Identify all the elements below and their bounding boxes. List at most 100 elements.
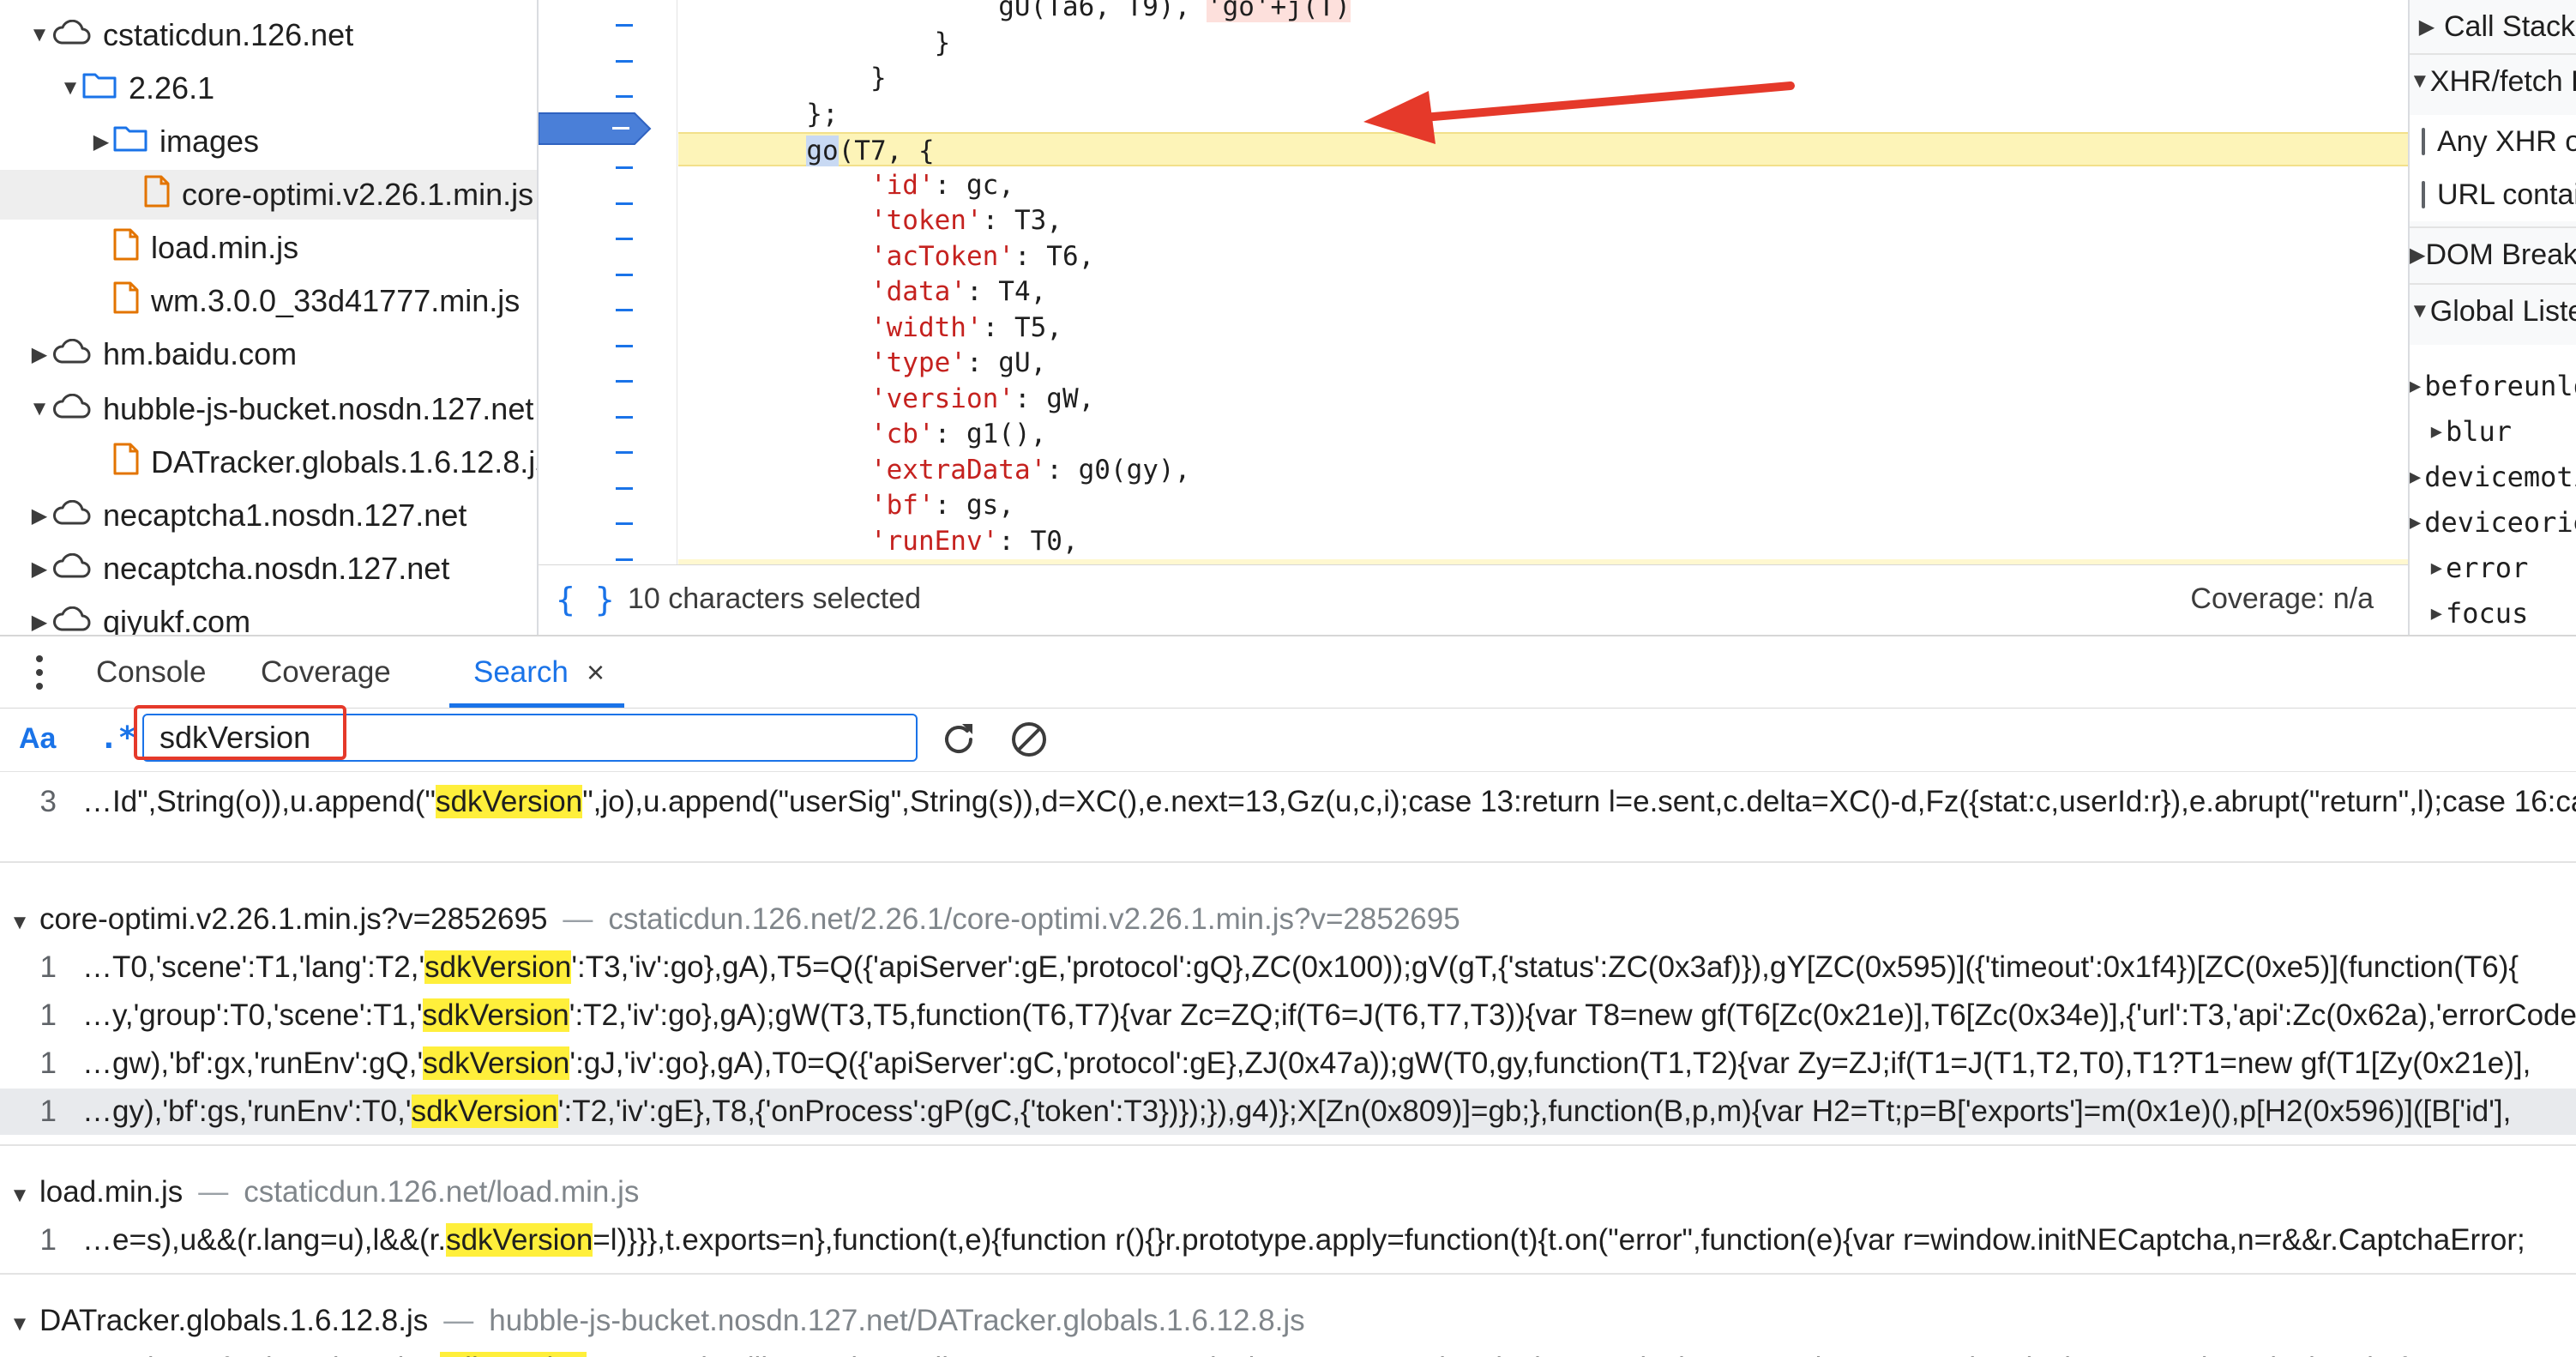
- result-file-header[interactable]: ▼ core-optimi.v2.26.1.min.js?v=2852695 — cs…: [0, 896, 2576, 943]
- code-line[interactable]: 'runEnv': T0,: [678, 524, 2408, 558]
- code-line[interactable]: 'type': gU,: [678, 346, 2408, 380]
- tree-item[interactable]: ▼ hubble-js-bucket.nosdn.127.net: [0, 384, 537, 434]
- code-line[interactable]: 'token': T3,: [678, 203, 2408, 238]
- line-marker: [616, 344, 633, 347]
- code-token: 'cb': [870, 419, 935, 449]
- result-line[interactable]: 1 …y,'group':T0,'scene':T1,'sdkVersion':T…: [0, 992, 2576, 1039]
- result-line-number: 1: [39, 1046, 57, 1080]
- line-marker: [616, 451, 633, 454]
- code-token: 'id': [870, 169, 935, 201]
- listener-item[interactable]: ▶devicemotion: [2410, 455, 2576, 499]
- code-line[interactable]: 'version': gW,: [678, 382, 2408, 416]
- listener-item[interactable]: ▶ error: [2410, 546, 2576, 590]
- result-line[interactable]: 3 …Id",String(o)),u.append("sdkVersion",j…: [0, 779, 2576, 825]
- code-line[interactable]: 'acToken': T6,: [678, 239, 2408, 274]
- expanded-arrow-icon: ▼: [2410, 69, 2430, 93]
- tree-item[interactable]: ▼ cstaticdun.126.net: [0, 10, 537, 60]
- tree-item[interactable]: ▶ necaptcha.nosdn.127.net: [0, 544, 537, 594]
- refresh-icon[interactable]: [938, 719, 979, 760]
- listener-item[interactable]: ▶deviceorientation: [2410, 500, 2576, 545]
- close-search-tab-icon[interactable]: ×: [587, 636, 605, 709]
- tree-item[interactable]: ▶ necaptcha1.nosdn.127.net: [0, 491, 537, 540]
- line-marker: [616, 95, 633, 98]
- expanded-arrow-icon[interactable]: ▼: [27, 397, 51, 421]
- result-text: ':T2,'iv':go},gA);gW(T3,T5,function(T6,T…: [569, 998, 2576, 1032]
- clear-results-icon[interactable]: [1008, 719, 1050, 760]
- file-icon: [113, 228, 139, 268]
- collapsed-arrow-icon[interactable]: ▶: [89, 130, 113, 154]
- code-line[interactable]: }: [678, 61, 2408, 95]
- code-line[interactable]: 'extraData': g0(gy),: [678, 453, 2408, 487]
- tree-item[interactable]: ▶ hm.baidu.com: [0, 329, 537, 379]
- file-navigator: ▼ cstaticdun.126.net ▼ 2.26.1 ▶ images core-op…: [0, 0, 537, 635]
- tab-search[interactable]: Search: [473, 636, 569, 709]
- code-line[interactable]: 'data': T4,: [678, 274, 2408, 309]
- tab-console[interactable]: Console: [96, 636, 206, 709]
- result-file-name: core-optimi.v2.26.1.min.js?v=2852695: [39, 902, 548, 936]
- code-content[interactable]: gU(Ta6, T9), 'go'+j(T) } } }; go(T7, { '…: [678, 0, 2408, 564]
- pretty-print-icon[interactable]: { }: [556, 581, 615, 618]
- result-line[interactable]: 1 …gy),'bf':gs,'runEnv':T0,'sdkVersion':T…: [0, 1089, 2576, 1135]
- code-line[interactable]: go(T7, {: [678, 132, 2408, 166]
- code-line[interactable]: }: [678, 26, 2408, 60]
- result-match: sdkVersion: [422, 998, 569, 1032]
- dom-breakpoints-section[interactable]: ▶ DOM Breakpoints: [2410, 228, 2576, 281]
- code-line[interactable]: gU(Ta6, T9), 'go'+j(T): [678, 0, 2408, 24]
- search-input[interactable]: [142, 714, 918, 762]
- tree-item[interactable]: ▶ qiyukf.com: [0, 597, 537, 635]
- expanded-arrow-icon[interactable]: ▼: [27, 23, 51, 47]
- more-tools-menu-icon[interactable]: [31, 648, 48, 697]
- result-match: sdkVersion: [446, 1223, 593, 1257]
- tree-item[interactable]: wm.3.0.0_33d41777.min.js: [0, 276, 537, 326]
- any-xhr-label: Any XHR or fetch: [2437, 124, 2576, 158]
- tree-item[interactable]: DATracker.globals.1.6.12.8.js: [0, 437, 537, 487]
- code-line[interactable]: 'width': T5,: [678, 311, 2408, 345]
- code-line[interactable]: 'cb': g1(),: [678, 417, 2408, 451]
- code-line[interactable]: 'bf': gs,: [678, 488, 2408, 522]
- code-token: : gW,: [1014, 383, 1095, 414]
- code-editor[interactable]: gU(Ta6, T9), 'go'+j(T) } } }; go(T7, { '…: [539, 0, 2408, 564]
- regex-toggle[interactable]: .*: [99, 721, 136, 756]
- result-file-header[interactable]: ▼ DATracker.globals.1.6.12.8.js — hubble-js…: [0, 1298, 2576, 1344]
- url-contains-checkbox[interactable]: [2422, 181, 2425, 208]
- collapsed-arrow-icon[interactable]: ▶: [27, 557, 51, 582]
- result-line[interactable]: 1 …e=s),u&&(r.lang=u),l&&(r.sdkVersion=l)…: [0, 1217, 2576, 1264]
- cloud-icon: [51, 17, 91, 53]
- tab-coverage[interactable]: Coverage: [261, 636, 391, 709]
- expanded-arrow-icon[interactable]: ▼: [58, 76, 82, 100]
- collapsed-arrow-icon[interactable]: ▶: [27, 342, 51, 367]
- expanded-arrow-icon[interactable]: ▼: [0, 1301, 39, 1348]
- global-listeners-list: ▶beforeunload▶blur▶devicemotion▶deviceor…: [2410, 345, 2576, 635]
- listener-item[interactable]: ▶ focus: [2410, 591, 2576, 635]
- url-contains-row[interactable]: URL contains: [2410, 168, 2576, 221]
- code-token: : T4,: [966, 276, 1047, 307]
- global-listeners-section[interactable]: ▼ Global Listeners: [2410, 285, 2576, 338]
- tree-item[interactable]: ▶ images: [0, 117, 537, 166]
- result-line[interactable]: 1 …T0,'scene':T1,'lang':T2,'sdkVersion':T…: [0, 944, 2576, 991]
- code-line[interactable]: 'id': gc,: [678, 168, 2408, 202]
- result-line-number: 1: [39, 1223, 57, 1257]
- coverage-status[interactable]: Coverage: n/a: [2190, 582, 2374, 616]
- any-xhr-checkbox[interactable]: [2422, 128, 2425, 155]
- collapsed-arrow-icon[interactable]: ▶: [27, 504, 51, 528]
- tree-item[interactable]: load.min.js: [0, 223, 537, 273]
- any-xhr-row[interactable]: Any XHR or fetch: [2410, 115, 2576, 168]
- result-line[interactable]: 23…erties.referring_domain,"sdkVersion":…: [0, 1346, 2576, 1357]
- tree-item[interactable]: ▼ 2.26.1: [0, 63, 537, 113]
- expanded-arrow-icon[interactable]: ▼: [0, 900, 39, 946]
- breakpoint-marker-icon[interactable]: [539, 112, 652, 146]
- line-gutter[interactable]: [539, 0, 677, 564]
- match-case-toggle[interactable]: Aa: [19, 722, 56, 756]
- expanded-arrow-icon[interactable]: ▼: [0, 1173, 39, 1219]
- code-line[interactable]: };: [678, 97, 2408, 131]
- result-file-header[interactable]: ▼ load.min.js — cstaticdun.126.net/load.min…: [0, 1169, 2576, 1215]
- result-line[interactable]: 1 …gw),'bf':gx,'runEnv':gQ,'sdkVersion':g…: [0, 1040, 2576, 1087]
- xhr-breakpoints-section[interactable]: ▼ XHR/fetch Breakpoints: [2410, 55, 2576, 108]
- listener-item[interactable]: ▶ blur: [2410, 409, 2576, 454]
- listener-item[interactable]: ▶beforeunload: [2410, 364, 2576, 408]
- tree-item[interactable]: core-optimi.v2.26.1.min.js: [0, 170, 537, 220]
- collapsed-arrow-icon[interactable]: ▶: [27, 610, 51, 635]
